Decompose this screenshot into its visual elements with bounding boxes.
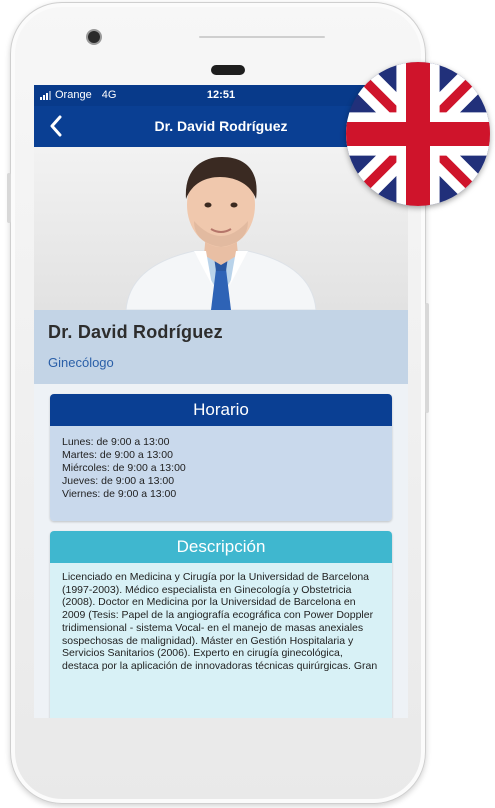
volume-button <box>7 173 11 223</box>
schedule-title: Horario <box>50 394 392 426</box>
schedule-body: Lunes: de 9:00 a 13:00 Martes: de 9:00 a… <box>50 426 392 521</box>
power-button <box>425 303 429 413</box>
content-area: Horario Lunes: de 9:00 a 13:00 Martes: d… <box>34 384 408 718</box>
status-time: 12:51 <box>206 89 236 101</box>
schedule-card: Horario Lunes: de 9:00 a 13:00 Martes: d… <box>50 394 392 521</box>
uk-flag-icon[interactable] <box>346 62 490 206</box>
doctor-portrait <box>125 157 317 310</box>
doctor-specialty[interactable]: Ginecólogo <box>48 355 394 370</box>
phone-chin <box>34 718 408 788</box>
speaker-line <box>199 36 325 38</box>
schedule-line: Miércoles: de 9:00 a 13:00 <box>62 462 186 474</box>
front-camera <box>88 31 100 43</box>
description-card: Descripción Licenciado en Medicina y Cir… <box>50 531 392 718</box>
doctor-name: Dr. David Rodríguez <box>48 322 223 342</box>
description-text: Licenciado en Medicina y Cirugía por la … <box>50 563 392 718</box>
schedule-line: Jueves: de 9:00 a 13:00 <box>62 475 175 487</box>
schedule-line: Martes: de 9:00 a 13:00 <box>62 449 173 461</box>
doctor-header: Dr. David Rodríguez Ginecólogo <box>34 310 408 384</box>
flag-graphic <box>346 62 490 206</box>
schedule-line: Viernes: de 9:00 a 13:00 <box>62 488 177 500</box>
description-title: Descripción <box>50 531 392 563</box>
schedule-line: Lunes: de 9:00 a 13:00 <box>62 436 170 448</box>
app-screen: Orange 4G 12:51 ⏰ 51 Dr. David Rodríguez <box>34 85 408 718</box>
earpiece <box>211 65 245 75</box>
doctor-photo <box>34 147 408 310</box>
